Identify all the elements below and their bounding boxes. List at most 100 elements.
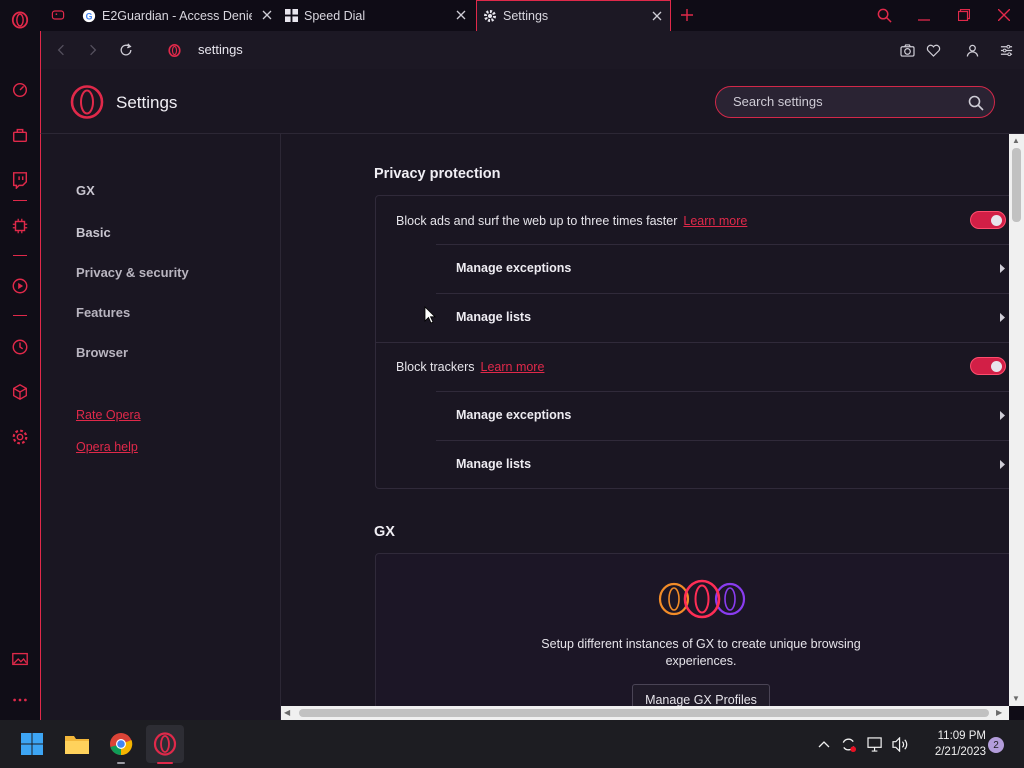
player-icon[interactable] [10,276,30,296]
privacy-card: Block ads and surf the web up to three t… [375,195,1009,489]
manage-exceptions-row[interactable]: Manage exceptions [436,244,1009,293]
speed-dial-icon [284,9,298,23]
page-title: Settings [116,93,178,112]
search-input[interactable] [733,94,953,109]
nav-item-features[interactable]: Features [76,305,130,320]
new-tab-icon[interactable] [677,5,697,25]
reload-icon[interactable] [116,40,136,60]
address-bar: settings [40,31,1024,69]
history-icon[interactable] [10,337,30,357]
system-clock[interactable]: 11:09 PM 2/21/2023 [914,728,986,760]
back-icon[interactable] [51,40,71,60]
sync-icon[interactable] [839,735,857,753]
scroll-left-icon[interactable]: ◀ [284,708,290,717]
search-icon[interactable] [968,95,984,111]
gx-profiles-icon [656,578,748,620]
windows-start-icon[interactable] [18,730,46,758]
chevron-right-icon [1000,264,1005,273]
opera-gx-taskbar-icon[interactable] [146,725,184,763]
extensions-icon[interactable] [10,382,30,402]
gx-control-icon[interactable] [10,80,30,100]
forward-icon[interactable] [83,40,103,60]
settings-header: Settings [40,69,1024,134]
opera-menu-icon[interactable] [10,10,30,30]
gx-description: Setup different instances of GX to creat… [541,637,861,668]
manage-lists-row[interactable]: Manage lists [436,440,1009,489]
close-icon[interactable] [454,8,468,22]
account-icon[interactable] [962,40,982,60]
url-field[interactable]: settings [198,42,243,57]
manage-gx-profiles-button[interactable]: Manage GX Profiles [632,684,770,706]
chevron-right-icon [1000,313,1005,322]
settings-main: Privacy protection Block ads and surf th… [281,134,1009,706]
search-box [715,86,995,118]
active-indicator [157,762,173,764]
manage-exceptions-row[interactable]: Manage exceptions [436,391,1009,440]
block-trackers-toggle[interactable] [970,357,1006,375]
close-icon[interactable] [650,9,664,23]
restore-icon[interactable] [954,5,974,25]
mouse-cursor-icon [424,306,436,324]
learn-more-link[interactable]: Learn more [683,214,747,228]
block-ads-toggle[interactable] [970,211,1006,229]
nav-item-privacy-security[interactable]: Privacy & security [76,265,189,280]
block-ads-label: Block ads and surf the web up to three t… [396,214,678,228]
sidebar-strip [0,0,40,720]
easy-setup-icon[interactable] [996,40,1016,60]
opera-help-link[interactable]: Opera help [76,440,138,454]
chrome-icon[interactable] [107,730,135,758]
file-explorer-icon[interactable] [63,730,91,758]
chevron-up-icon[interactable] [815,735,833,753]
network-icon[interactable] [866,735,884,753]
window-close-icon[interactable] [994,5,1014,25]
search-tabs-icon[interactable] [874,5,894,25]
vertical-scrollbar[interactable]: ▲ ▼ [1009,134,1024,706]
taskbar: 11:09 PM 2/21/2023 2 [0,720,1024,768]
close-icon[interactable] [260,8,274,22]
learn-more-link[interactable]: Learn more [481,360,545,374]
tab-label: Speed Dial [304,8,366,23]
scroll-right-icon[interactable]: ▶ [996,708,1002,717]
scroll-down-icon[interactable]: ▼ [1012,694,1020,703]
google-icon: G [82,9,96,23]
block-trackers-label: Block trackers [396,360,475,374]
minimize-icon[interactable] [914,5,934,25]
nav-item-gx[interactable]: GX [76,183,95,198]
manage-lists-label: Manage lists [456,310,532,324]
scroll-up-icon[interactable]: ▲ [1012,136,1020,145]
gx-section-title: GX [374,524,395,540]
cpu-limiter-icon[interactable] [10,216,30,236]
opera-logo-icon [70,85,104,119]
chevron-right-icon [1000,411,1005,420]
nav-item-browser[interactable]: Browser [76,345,128,360]
settings-gear-icon[interactable] [10,427,30,447]
chevron-right-icon [1000,460,1005,469]
horizontal-scrollbar[interactable]: ◀ ▶ [281,706,1009,720]
privacy-section-title: Privacy protection [374,166,501,182]
clock-time: 11:09 PM [937,730,986,742]
sidebar-separator [13,255,27,256]
horizontal-scroll-thumb[interactable] [299,709,989,717]
snapshot-icon[interactable] [897,40,917,60]
twitch-icon[interactable] [10,170,30,190]
manage-exceptions-label: Manage exceptions [456,261,572,275]
notification-badge[interactable]: 2 [988,737,1004,753]
volume-icon[interactable] [891,735,909,753]
manage-lists-row[interactable]: Manage lists [436,293,1009,342]
vertical-scroll-thumb[interactable] [1012,148,1021,222]
nav-item-basic[interactable]: Basic [76,225,111,240]
rate-opera-link[interactable]: Rate Opera [76,408,141,422]
manage-lists-label: Manage lists [456,457,532,471]
gx-corner-icon[interactable] [10,125,30,145]
tab-menu-icon[interactable] [48,5,68,25]
sidebar-separator [13,315,27,316]
more-icon[interactable] [10,690,30,710]
heart-icon[interactable] [923,40,943,60]
svg-text:G: G [86,11,93,21]
tab-speed-dial[interactable]: Speed Dial [284,0,474,31]
wallpaper-icon[interactable] [10,649,30,669]
tab-settings[interactable]: Settings [476,0,671,31]
tab-e2guardian[interactable]: G E2Guardian - Access Denied [82,0,272,31]
settings-nav: GX Basic Privacy & security Features Bro… [40,134,281,720]
running-indicator [117,762,125,764]
